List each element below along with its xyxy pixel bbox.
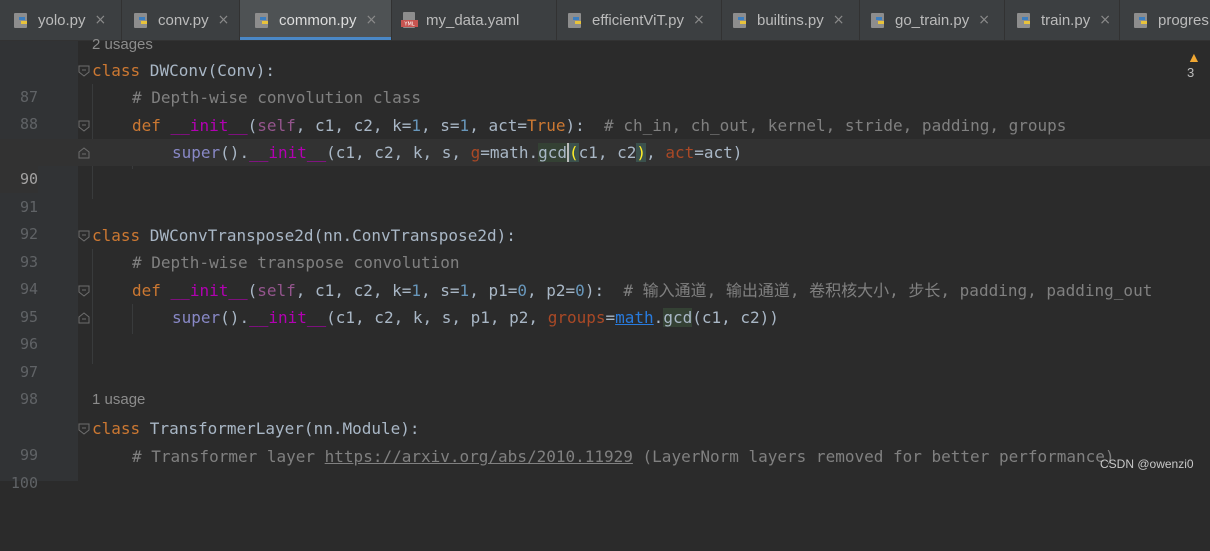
usages-hint[interactable]: 2 usages — [92, 36, 153, 53]
code-text: super().__init__(c1, c2, k, s, p1, p2, g… — [172, 308, 779, 327]
tab-yolo-py[interactable]: yolo.py × — [0, 0, 122, 40]
tab-label: go_train.py — [895, 11, 970, 29]
fold-icon[interactable] — [78, 423, 90, 435]
close-icon[interactable]: × — [95, 12, 107, 28]
tab-go-train-py[interactable]: go_train.py × — [860, 0, 1005, 40]
python-file-icon — [1017, 13, 1030, 28]
tab-my-data-yaml[interactable]: YML my_data.yaml — [392, 0, 557, 40]
code-text: class TransformerLayer(nn.Module): — [92, 419, 420, 438]
code-line[interactable]: 100 # Transformer layer https://arxiv.or… — [0, 443, 1210, 492]
svg-text:YML: YML — [403, 22, 414, 28]
line-number: 100 — [10, 474, 38, 492]
code-line[interactable]: 87 class DWConv(Conv): — [0, 57, 1210, 106]
yaml-file-icon: YML — [401, 12, 418, 28]
tab-label: builtins.py — [757, 11, 824, 29]
tab-efficientvit-py[interactable]: efficientViT.py × — [557, 0, 722, 40]
usages-hint[interactable]: 1 usage — [92, 391, 145, 408]
tab-label: common.py — [279, 11, 357, 29]
fold-icon[interactable] — [78, 285, 90, 297]
tab-common-py[interactable]: common.py × — [240, 0, 392, 40]
code-line[interactable]: 92 — [0, 194, 1210, 243]
code-line[interactable]: 91 — [0, 167, 1210, 216]
python-file-icon — [568, 13, 581, 28]
close-icon[interactable]: × — [1099, 12, 1111, 28]
watermark: CSDN @owenzi0 — [1100, 457, 1194, 471]
tab-builtins-py[interactable]: builtins.py × — [722, 0, 860, 40]
code-line-current[interactable]: 90 super().__init__(c1, c2, k, s, g=math… — [0, 139, 1210, 193]
close-icon[interactable]: × — [978, 12, 990, 28]
python-file-icon — [14, 13, 27, 28]
close-icon[interactable]: × — [218, 12, 230, 28]
tab-label: my_data.yaml — [426, 11, 520, 29]
close-icon[interactable]: × — [693, 12, 705, 28]
line-number: 98 — [19, 390, 38, 408]
code-text: class DWConv(Conv): — [92, 61, 276, 80]
python-file-icon — [255, 13, 268, 28]
tab-label: progres — [1158, 11, 1209, 29]
python-file-icon — [1134, 13, 1147, 28]
fold-icon[interactable] — [78, 120, 90, 132]
close-icon[interactable]: × — [366, 12, 378, 28]
tab-label: train.py — [1041, 11, 1091, 29]
tab-train-py[interactable]: train.py × — [1005, 0, 1120, 40]
code-line[interactable]: 97 — [0, 332, 1210, 381]
close-icon[interactable]: × — [833, 12, 845, 28]
code-line[interactable]: 99 class TransformerLayer(nn.Module): — [0, 415, 1210, 464]
code-line[interactable]: 89 def __init__(self, c1, c2, k=1, s=1, … — [0, 112, 1210, 161]
arxiv-link[interactable]: https://arxiv.org/abs/2010.11929 — [325, 447, 633, 466]
python-file-icon — [134, 13, 147, 28]
editor-tab-bar: yolo.py × conv.py × common.py × YML my_d… — [0, 0, 1210, 41]
tab-progress-py[interactable]: progres — [1120, 0, 1210, 40]
code-text: # Transformer layer https://arxiv.org/ab… — [132, 447, 1115, 466]
python-file-icon — [871, 13, 884, 28]
code-text: # Depth-wise convolution class — [132, 88, 421, 107]
code-line[interactable]: 95 def __init__(self, c1, c2, k=1, s=1, … — [0, 277, 1210, 326]
code-text: super().__init__(c1, c2, k, s, g=math.gc… — [172, 143, 743, 162]
fold-icon[interactable] — [78, 65, 90, 77]
code-editor[interactable]: 2 usages ▲ 3 87 class DWConv(Conv): 88 #… — [0, 36, 1210, 492]
tab-label: yolo.py — [38, 11, 86, 29]
code-line[interactable]: 98 — [0, 359, 1210, 408]
fold-end-icon[interactable] — [78, 312, 90, 324]
code-text: def __init__(self, c1, c2, k=1, s=1, act… — [132, 116, 1067, 135]
code-text: def __init__(self, c1, c2, k=1, s=1, p1=… — [132, 281, 1153, 300]
python-file-icon — [733, 13, 746, 28]
fold-end-icon[interactable] — [78, 147, 90, 159]
code-text: # Depth-wise transpose convolution — [132, 253, 460, 272]
code-line[interactable]: 94 # Depth-wise transpose convolution — [0, 249, 1210, 298]
tab-label: efficientViT.py — [592, 11, 684, 29]
tab-label: conv.py — [158, 11, 209, 29]
code-line[interactable]: 93 class DWConvTranspose2d(nn.ConvTransp… — [0, 222, 1210, 271]
code-text: class DWConvTranspose2d(nn.ConvTranspose… — [92, 226, 516, 245]
tab-conv-py[interactable]: conv.py × — [122, 0, 240, 40]
code-line[interactable]: 96 super().__init__(c1, c2, k, s, p1, p2… — [0, 304, 1210, 353]
fold-icon[interactable] — [78, 230, 90, 242]
code-line[interactable]: 88 # Depth-wise convolution class — [0, 84, 1210, 133]
